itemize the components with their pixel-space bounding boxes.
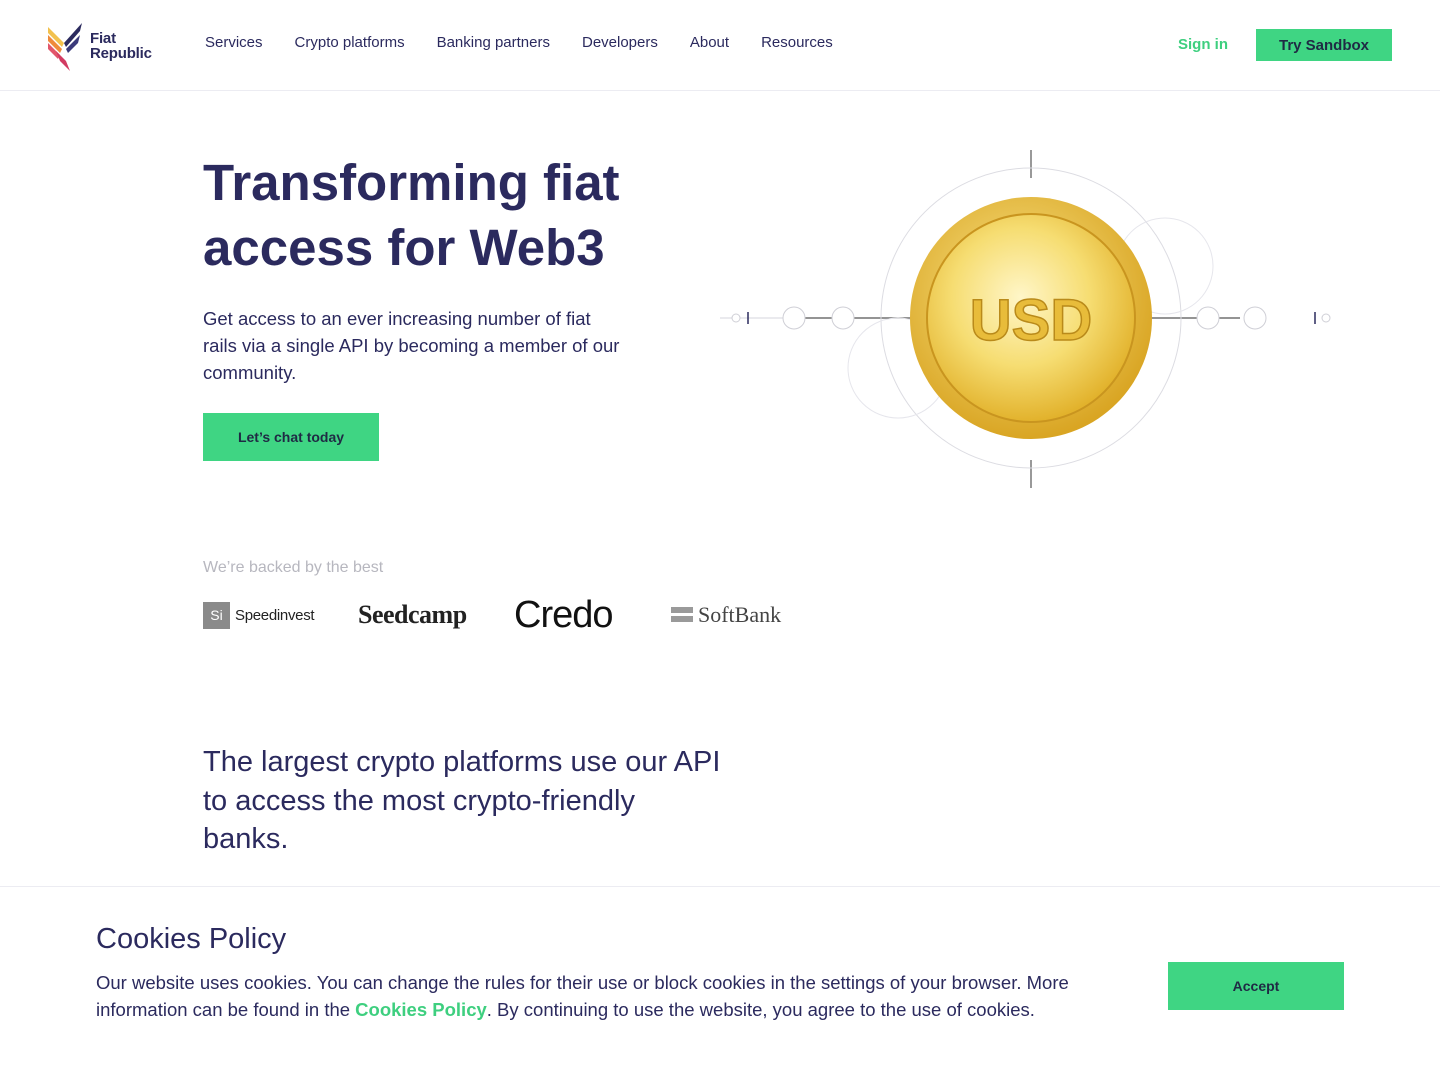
accept-cookies-button[interactable]: Accept xyxy=(1168,962,1344,1010)
cookie-title: Cookies Policy xyxy=(96,923,287,955)
softbank-logo[interactable]: SoftBank xyxy=(671,594,781,636)
speedinvest-logo[interactable]: Si Speedinvest xyxy=(203,594,315,636)
seedcamp-name: Seedcamp xyxy=(358,600,467,629)
main-nav: Services Crypto platforms Banking partne… xyxy=(205,34,833,51)
usd-coin-illustration: USD xyxy=(720,140,1340,500)
fiat-republic-logo[interactable]: Fiat Republic xyxy=(46,20,166,72)
credo-name: Credo xyxy=(514,593,613,636)
try-sandbox-button[interactable]: Try Sandbox xyxy=(1256,29,1392,61)
site-header: Fiat Republic Services Crypto platforms … xyxy=(0,0,1440,91)
logo-mark-icon xyxy=(48,23,82,71)
hero-title: Transforming fiat access for Web3 xyxy=(203,150,723,280)
backer-logos: Si Speedinvest Seedcamp Credo SoftBank xyxy=(203,594,803,636)
hero-title-line-1: Transforming fiat xyxy=(203,154,620,211)
softbank-name: SoftBank xyxy=(698,602,782,627)
hero-subtitle: Get access to an ever increasing number … xyxy=(203,308,620,383)
nav-about[interactable]: About xyxy=(690,34,729,51)
logo-line-1: Fiat xyxy=(90,30,116,47)
nav-services[interactable]: Services xyxy=(205,34,263,51)
cookies-policy-link[interactable]: Cookies Policy xyxy=(355,999,487,1020)
sign-in-link[interactable]: Sign in xyxy=(1178,36,1228,53)
softbank-bars-icon xyxy=(671,607,693,622)
cookie-text: Our website uses cookies. You can change… xyxy=(96,969,1126,1023)
credo-logo[interactable]: Credo xyxy=(514,594,613,636)
speedinvest-mark: Si xyxy=(203,601,230,629)
cookie-banner: Cookies Policy Our website uses cookies.… xyxy=(0,886,1440,1080)
hero-title-line-2: access for Web3 xyxy=(203,219,605,276)
nav-developers[interactable]: Developers xyxy=(582,34,658,51)
coin-label: USD xyxy=(970,288,1092,353)
nav-banking-partners[interactable]: Banking partners xyxy=(437,34,550,51)
nav-resources[interactable]: Resources xyxy=(761,34,833,51)
cookie-text-part-2: . By continuing to use the website, you … xyxy=(486,999,1035,1020)
backed-by-label: We’re backed by the best xyxy=(203,559,384,576)
coin-graphic-icon: USD xyxy=(720,150,1331,488)
nav-crypto-platforms[interactable]: Crypto platforms xyxy=(295,34,405,51)
seedcamp-logo[interactable]: Seedcamp xyxy=(358,594,467,636)
speedinvest-name: Speedinvest xyxy=(235,606,315,624)
logo-line-2: Republic xyxy=(90,45,152,62)
logo-wordmark: Fiat Republic xyxy=(90,31,152,61)
lets-chat-button[interactable]: Let’s chat today xyxy=(203,413,379,461)
section-heading: The largest crypto platforms use our API… xyxy=(203,746,721,855)
